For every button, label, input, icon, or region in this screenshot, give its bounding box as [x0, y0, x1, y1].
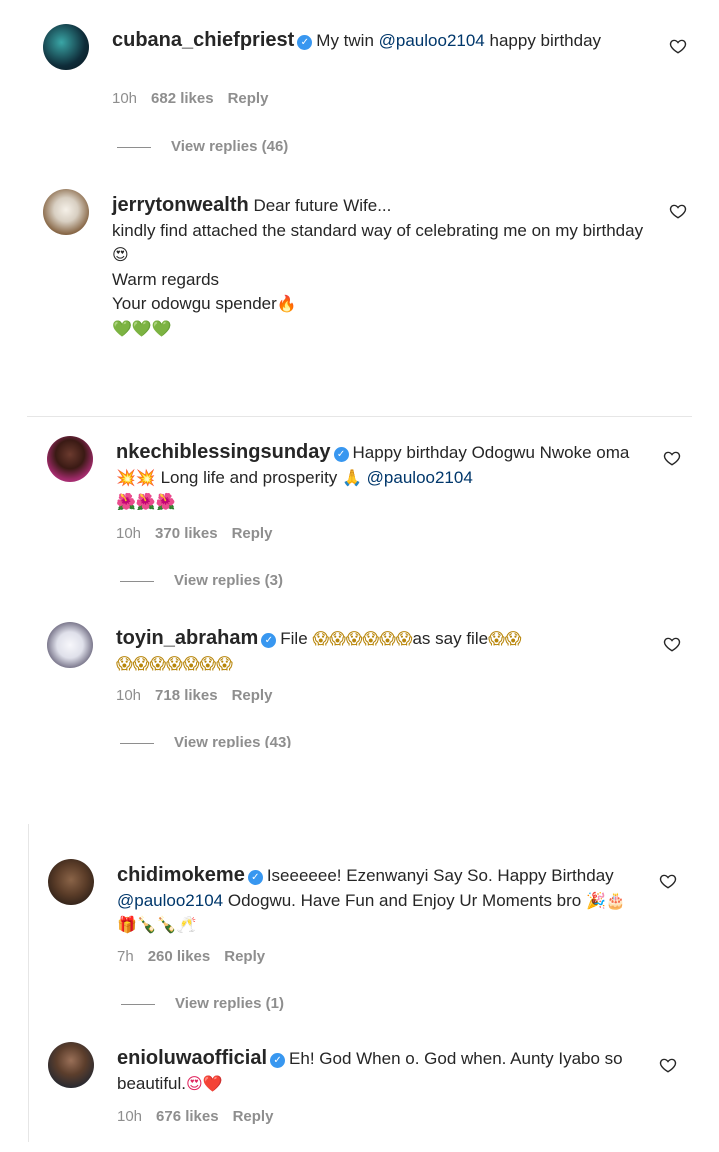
likes-count[interactable]: 676 likes: [156, 1108, 219, 1125]
heart-outline-icon[interactable]: [663, 635, 681, 653]
emoji: 🔥: [276, 294, 297, 313]
verified-badge-icon: ✓: [247, 870, 263, 885]
emoji: 🌺🌺🌺: [116, 492, 176, 511]
emoji: 🙏: [342, 467, 362, 487]
avatar[interactable]: [43, 24, 89, 70]
emoji: 💥💥: [116, 467, 156, 487]
comment-body: File: [280, 629, 313, 648]
mention-link[interactable]: @pauloo2104: [117, 891, 223, 910]
view-replies-button[interactable]: View replies (1): [121, 995, 284, 1012]
comment-line: Your odowgu spender: [112, 294, 277, 313]
heart-outline-icon[interactable]: [659, 1056, 677, 1074]
comment-meta: 10h 718 likes Reply: [116, 687, 286, 704]
comment-meta: 10h 676 likes Reply: [117, 1108, 287, 1125]
reply-button[interactable]: Reply: [233, 1108, 274, 1125]
divider-line: [117, 146, 151, 148]
emoji: 😍: [112, 245, 129, 264]
avatar[interactable]: [48, 859, 94, 905]
timestamp: 10h: [116, 687, 142, 704]
username[interactable]: toyin_abraham: [116, 627, 258, 649]
view-replies-label: View replies (46): [171, 138, 289, 155]
comment-text: enioluwaofficial ✓ Eh! God When o. God whe…: [117, 1046, 637, 1096]
timestamp: 10h: [117, 1108, 143, 1125]
verified-badge-icon: ✓: [333, 447, 349, 462]
comment-text: toyin_abraham ✓ File 😱😱😱😱😱😱as say file😱😱 😱…: [116, 626, 636, 676]
mention-link[interactable]: @pauloo2104: [367, 468, 473, 487]
likes-count[interactable]: 718 likes: [155, 687, 218, 704]
comment-meta: 10h 682 likes Reply: [112, 90, 282, 107]
likes-count[interactable]: 370 likes: [155, 525, 218, 542]
comment-body: as say file: [412, 629, 489, 648]
timestamp: 10h: [112, 90, 138, 107]
username[interactable]: enioluwaofficial: [117, 1047, 267, 1069]
comment-body: Iseeeeee! Ezenwanyi Say So. Happy Birthd…: [266, 866, 614, 885]
emoji: 😱😱😱😱😱😱😱: [116, 653, 233, 673]
timestamp: 7h: [117, 948, 134, 965]
reply-button[interactable]: Reply: [228, 90, 269, 107]
view-replies-label: View replies (43): [174, 734, 292, 748]
likes-count[interactable]: 260 likes: [148, 948, 211, 965]
section-divider: [27, 416, 692, 417]
view-replies-label: View replies (1): [175, 995, 284, 1012]
view-replies-button[interactable]: View replies (46): [117, 138, 288, 155]
heart-outline-icon[interactable]: [663, 449, 681, 467]
divider-line: [121, 1003, 155, 1005]
view-replies-label: View replies (3): [174, 572, 283, 589]
emoji: 💚💚💚: [112, 318, 172, 338]
likes-count[interactable]: 682 likes: [151, 90, 214, 107]
timestamp: 10h: [116, 525, 142, 542]
comment-line: kindly find attached the standard way of…: [112, 220, 644, 240]
comment-body-end: happy birthday: [484, 31, 602, 50]
username[interactable]: jerrytonwealth: [112, 194, 249, 216]
emoji: 😍❤️: [186, 1073, 223, 1093]
view-replies-button[interactable]: View replies (43): [120, 734, 291, 748]
comment-body: Happy birthday Odogwu Nwoke oma: [352, 443, 630, 462]
comment-text: cubana_chiefpriest ✓ My twin @pauloo2104 h…: [112, 28, 632, 54]
heart-outline-icon[interactable]: [659, 872, 677, 890]
username[interactable]: chidimokeme: [117, 864, 245, 886]
emoji: 😱😱: [488, 629, 522, 648]
panel-edge: [28, 824, 29, 1142]
avatar[interactable]: [47, 436, 93, 482]
heart-outline-icon[interactable]: [669, 37, 687, 55]
username[interactable]: nkechiblessingsunday: [116, 441, 331, 463]
verified-badge-icon: ✓: [297, 35, 313, 50]
verified-badge-icon: ✓: [270, 1053, 286, 1068]
reply-button[interactable]: Reply: [232, 525, 273, 542]
comment-meta: 7h 260 likes Reply: [117, 948, 279, 965]
reply-button[interactable]: Reply: [224, 948, 265, 965]
comment-line: Warm regards: [112, 269, 220, 289]
avatar[interactable]: [48, 1042, 94, 1088]
comment-line: Dear future Wife...: [253, 196, 392, 215]
comment-body: Odogwu. Have Fun and Enjoy Ur Moments br…: [223, 890, 586, 910]
username[interactable]: cubana_chiefpriest: [112, 29, 294, 51]
comment-body: Long life and prosperity: [155, 467, 343, 487]
emoji: 😱😱😱😱😱😱: [312, 629, 413, 648]
reply-button[interactable]: Reply: [232, 687, 273, 704]
mention-link[interactable]: @pauloo2104: [379, 31, 485, 50]
avatar[interactable]: [43, 189, 89, 235]
divider-line: [120, 742, 154, 744]
view-replies-button[interactable]: View replies (3): [120, 572, 283, 589]
comment-body: My twin: [316, 31, 379, 50]
verified-badge-icon: ✓: [261, 633, 277, 648]
comment-text: chidimokeme ✓ Iseeeeee! Ezenwanyi Say So. …: [117, 863, 637, 938]
comment-text: nkechiblessingsunday ✓ Happy birthday Odog…: [116, 440, 646, 515]
divider-line: [120, 580, 154, 582]
avatar[interactable]: [47, 622, 93, 668]
heart-outline-icon[interactable]: [669, 202, 687, 220]
comment-text: jerrytonwealth Dear future Wife... kindl…: [112, 193, 657, 341]
comment-meta: 10h 370 likes Reply: [116, 525, 286, 542]
